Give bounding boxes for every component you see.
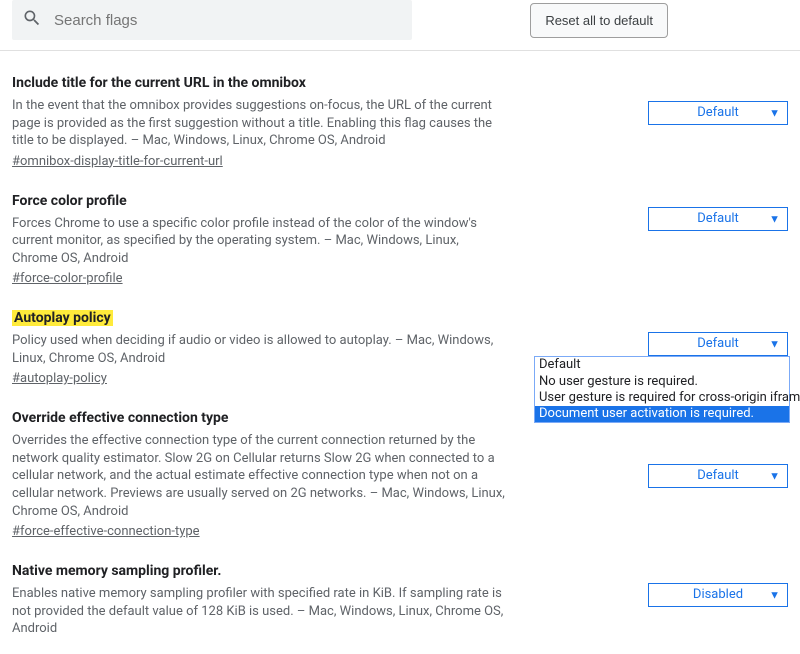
- flag-hash-link[interactable]: #force-effective-connection-type: [12, 524, 200, 539]
- flag-select[interactable]: Disabled ▼: [648, 583, 788, 607]
- flag-select-value[interactable]: Default: [648, 332, 788, 356]
- flag-select[interactable]: Default ▼: [648, 207, 788, 231]
- flag-title: Native memory sampling profiler.: [12, 563, 506, 579]
- flag-select[interactable]: Default ▼ Default No user gesture is req…: [648, 332, 788, 356]
- flag-row: Native memory sampling profiler. Enables…: [12, 539, 788, 638]
- dropdown-option[interactable]: Default: [535, 357, 789, 373]
- dropdown-option[interactable]: Document user activation is required.: [535, 406, 789, 422]
- flag-row: Autoplay policy Policy used when decidin…: [12, 286, 788, 386]
- flag-info: Override effective connection type Overr…: [12, 410, 522, 539]
- flag-description: Enables native memory sampling profiler …: [12, 585, 506, 638]
- flag-row: Include title for the current URL in the…: [12, 51, 788, 169]
- search-wrap[interactable]: [12, 0, 412, 40]
- flag-hash-link[interactable]: #force-color-profile: [12, 271, 123, 286]
- flag-select[interactable]: Default ▼: [648, 101, 788, 125]
- flag-description: Policy used when deciding if audio or vi…: [12, 332, 506, 367]
- flag-select-value[interactable]: Default: [648, 101, 788, 125]
- flag-select-dropdown: Default No user gesture is required. Use…: [534, 356, 790, 423]
- flag-title: Include title for the current URL in the…: [12, 75, 506, 91]
- dropdown-option[interactable]: User gesture is required for cross-origi…: [535, 390, 789, 406]
- flag-title: Autoplay policy: [12, 310, 506, 326]
- flag-info: Include title for the current URL in the…: [12, 75, 522, 169]
- dropdown-option[interactable]: No user gesture is required.: [535, 374, 789, 390]
- flag-select-value[interactable]: Default: [648, 207, 788, 231]
- reset-all-button[interactable]: Reset all to default: [530, 3, 668, 38]
- flag-select-value[interactable]: Disabled: [648, 583, 788, 607]
- flag-hash-link[interactable]: #autoplay-policy: [12, 371, 107, 386]
- flags-list: Include title for the current URL in the…: [0, 51, 800, 654]
- flag-row: Force color profile Forces Chrome to use…: [12, 169, 788, 287]
- flag-title: Force color profile: [12, 193, 506, 209]
- flag-description: In the event that the omnibox provides s…: [12, 97, 506, 150]
- flag-select-value[interactable]: Default: [648, 464, 788, 488]
- flag-select[interactable]: Default ▼: [648, 464, 788, 488]
- flag-info: Autoplay policy Policy used when decidin…: [12, 310, 522, 386]
- highlight-mark: Autoplay policy: [12, 310, 113, 326]
- topbar: Reset all to default: [0, 0, 800, 51]
- flag-description: Overrides the effective connection type …: [12, 432, 506, 520]
- search-icon: [22, 8, 42, 32]
- flag-info: Native memory sampling profiler. Enables…: [12, 563, 522, 638]
- flag-hash-link[interactable]: #omnibox-display-title-for-current-url: [12, 154, 223, 169]
- flag-info: Force color profile Forces Chrome to use…: [12, 193, 522, 287]
- flag-title: Override effective connection type: [12, 410, 506, 426]
- search-input[interactable]: [52, 11, 402, 30]
- flag-description: Forces Chrome to use a specific color pr…: [12, 215, 506, 268]
